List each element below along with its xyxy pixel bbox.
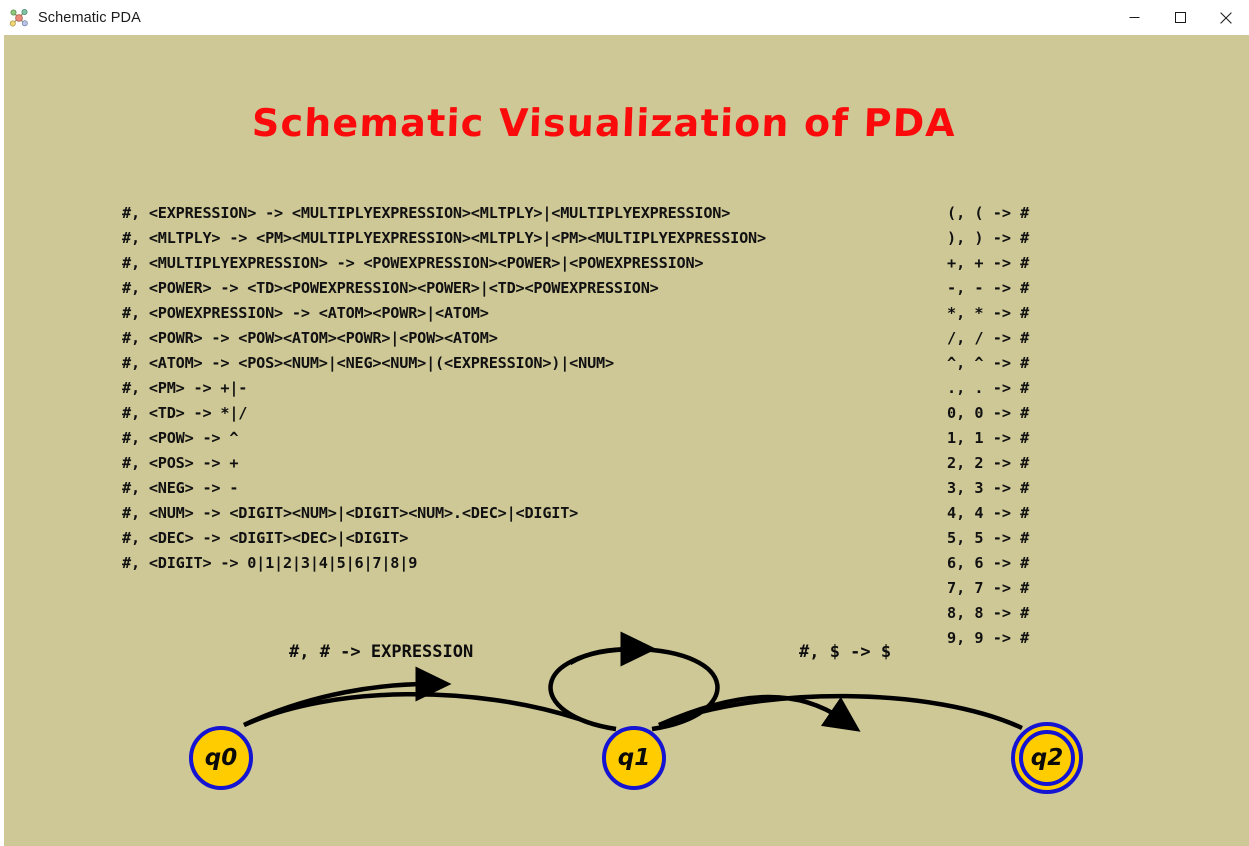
grammar-rule-row: #, <POWR> -> <POW><ATOM><POWR>|<POW><ATO…	[122, 329, 498, 347]
stack-rules-list: (, ( -> # ), ) -> # +, + -> # -, - -> # *, *…	[947, 201, 1029, 651]
grammar-rule-row: #, <NUM> -> <DIGIT><NUM>|<DIGIT><NUM>.<D…	[122, 504, 579, 522]
close-icon	[1220, 11, 1232, 24]
state-circle-q0	[189, 726, 253, 790]
stack-rule-row: 2, 2 -> #	[947, 454, 1030, 472]
state-circle-q1	[602, 726, 666, 790]
stack-rule-row: ^, ^ -> #	[947, 354, 1030, 372]
stack-rule-row: 9, 9 -> #	[947, 629, 1030, 647]
stack-rule-row: 8, 8 -> #	[947, 604, 1030, 622]
edge-q0-q1	[243, 691, 580, 728]
stack-rule-row: ., . -> #	[947, 379, 1030, 397]
edge-label-q1-q2: #, $ -> $	[799, 642, 892, 662]
window-title: Schematic PDA	[38, 9, 141, 26]
edge-q0-q1-arrow	[243, 666, 452, 728]
grammar-rule-row: #, <TD> -> *|/	[122, 404, 248, 422]
grammar-rules-list: #, <EXPRESSION> -> <MULTIPLYEXPRESSION><…	[122, 201, 766, 576]
stack-rule-row: -, - -> #	[947, 279, 1030, 297]
grammar-rule-row: #, <POWEXPRESSION> -> <ATOM><POWR>|<ATOM…	[122, 304, 489, 322]
edge-q1-q2	[658, 693, 1023, 731]
stack-rule-row: 0, 0 -> #	[947, 404, 1030, 422]
grammar-rule-row: #, <POS> -> +	[122, 454, 239, 472]
window-titlebar: Schematic PDA	[0, 0, 1249, 35]
grammar-rule-row: #, <PM> -> +|-	[122, 379, 248, 397]
grammar-rule-row: #, <POW> -> ^	[122, 429, 239, 447]
edge-q1-self-loop-arrow	[568, 631, 657, 667]
state-node-q2[interactable]: q2	[1010, 721, 1084, 795]
minimize-icon	[1129, 17, 1139, 18]
minimize-button[interactable]	[1111, 0, 1157, 35]
grammar-rule-row: #, <MULTIPLYEXPRESSION> -> <POWEXPRESSIO…	[122, 254, 704, 272]
pda-canvas: Schematic Visualization of PDA #, <EXPRE…	[4, 35, 1249, 846]
stack-rule-row: 4, 4 -> #	[947, 504, 1030, 522]
stack-rule-row: ), ) -> #	[947, 229, 1030, 247]
grammar-rule-row: #, <DIGIT> -> 0|1|2|3|4|5|6|7|8|9	[122, 554, 418, 572]
page-title: Schematic Visualization of PDA	[251, 101, 957, 145]
grammar-rule-row: #, <DEC> -> <DIGIT><DEC>|<DIGIT>	[122, 529, 409, 547]
stack-rule-row: 6, 6 -> #	[947, 554, 1030, 572]
state-node-q1[interactable]: q1	[601, 725, 667, 791]
stack-rule-row: 7, 7 -> #	[947, 579, 1030, 597]
grammar-rule-row: #, <MLTPLY> -> <PM><MULTIPLYEXPRESSION><…	[122, 229, 766, 247]
edge-q1-self-loop	[548, 646, 720, 732]
stack-rule-row: 1, 1 -> #	[947, 429, 1030, 447]
maximize-icon	[1174, 12, 1186, 23]
stack-rule-row: +, + -> #	[947, 254, 1030, 272]
state-circle-q2-accepting	[1011, 722, 1083, 794]
stack-rule-row: 5, 5 -> #	[947, 529, 1030, 547]
grammar-rule-row: #, <NEG> -> -	[122, 479, 239, 497]
stack-rule-row: *, * -> #	[947, 304, 1030, 322]
window-controls	[1111, 0, 1249, 35]
grammar-rule-row: #, <EXPRESSION> -> <MULTIPLYEXPRESSION><…	[122, 204, 731, 222]
stack-rule-row: /, / -> #	[947, 329, 1030, 347]
stack-rule-row: 3, 3 -> #	[947, 479, 1030, 497]
grammar-rule-row: #, <ATOM> -> <POS><NUM>|<NEG><NUM>|(<EXP…	[122, 354, 614, 372]
close-button[interactable]	[1203, 0, 1249, 35]
stack-rule-row: (, ( -> #	[947, 204, 1030, 222]
maximize-button[interactable]	[1157, 0, 1203, 35]
edge-q1-q2-arrow	[658, 694, 861, 732]
edge-label-q0-q1: #, # -> EXPRESSION	[289, 642, 474, 662]
grammar-rule-row: #, <POWER> -> <TD><POWEXPRESSION><POWER>…	[122, 279, 659, 297]
state-node-q0[interactable]: q0	[188, 725, 254, 791]
graph-nodes-icon	[8, 7, 30, 29]
